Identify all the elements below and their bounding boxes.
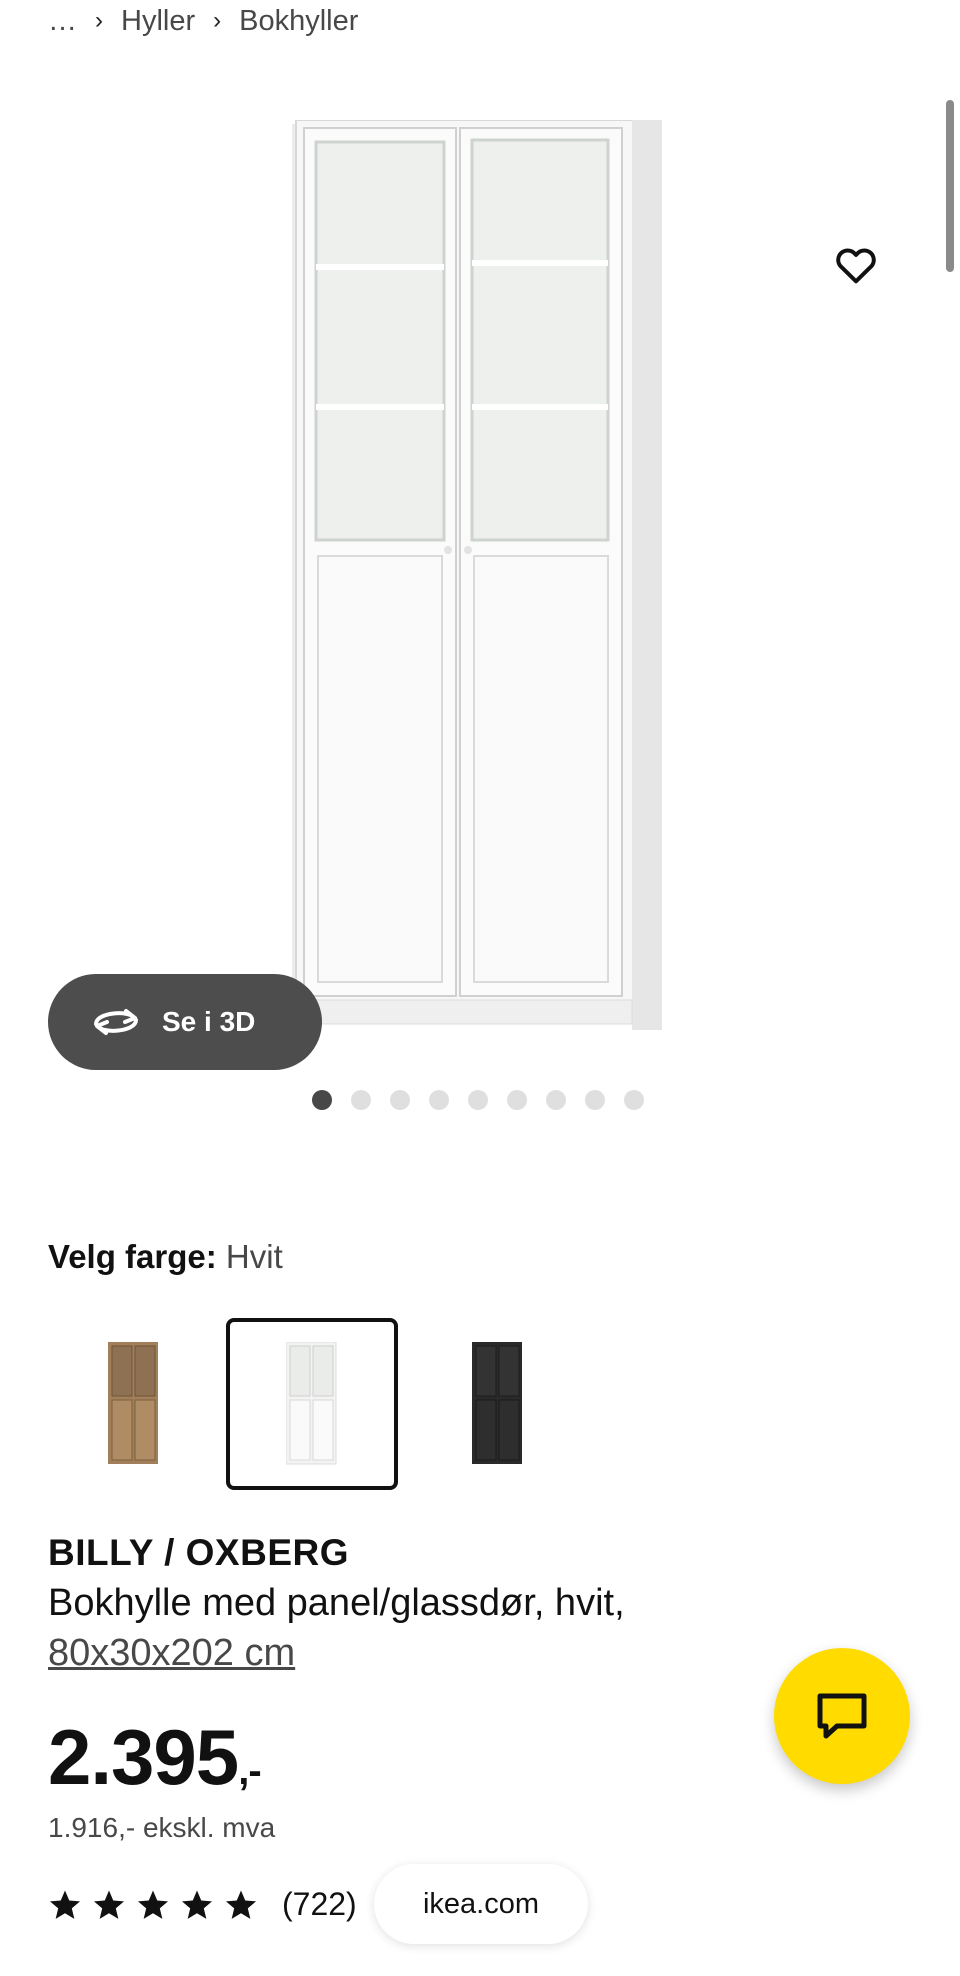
gallery-dot[interactable] — [312, 1090, 332, 1110]
star-icon — [137, 1890, 169, 1919]
product-gallery[interactable]: Se i 3D — [0, 60, 960, 1070]
view-3d-label: Se i 3D — [162, 1006, 256, 1037]
swatch-white-image — [286, 1342, 337, 1465]
breadcrumb-item-hyller[interactable]: Hyller — [121, 5, 195, 38]
favorite-button[interactable] — [822, 230, 890, 298]
gallery-dot[interactable] — [624, 1090, 644, 1110]
chevron-right-icon: › — [213, 7, 222, 34]
rotate-icon — [94, 1009, 138, 1035]
gallery-dot[interactable] — [468, 1090, 488, 1110]
product-description-text: Bokhylle med panel/glassdør, hvit, — [48, 1582, 625, 1624]
rating-stars — [48, 1888, 258, 1922]
color-label-title: Velg farge: — [48, 1238, 217, 1275]
browser-url-bar[interactable]: ikea.com — [374, 1864, 588, 1944]
price-ex-vat: 1.916,- ekskl. mva — [48, 1812, 276, 1843]
color-label: Velg farge: Hvit — [48, 1238, 283, 1276]
gallery-dot[interactable] — [390, 1090, 410, 1110]
swatch-black[interactable] — [412, 1318, 584, 1490]
breadcrumb-ellipsis[interactable]: … — [48, 5, 77, 38]
breadcrumb: … › Hyller › Bokhyller — [48, 0, 358, 42]
view-3d-button[interactable]: Se i 3D — [48, 974, 322, 1070]
star-icon — [181, 1890, 213, 1919]
gallery-dot[interactable] — [585, 1090, 605, 1110]
product-image — [292, 120, 662, 1030]
url-text: ikea.com — [422, 1887, 540, 1920]
product-price: 2.395,- — [48, 1712, 262, 1803]
product-rating[interactable]: (722) — [48, 1886, 357, 1923]
chat-bubble-icon — [817, 1693, 867, 1739]
product-dimensions-link[interactable]: 80x30x202 cm — [48, 1628, 808, 1678]
star-icon — [49, 1890, 81, 1919]
price-main: 2.395 — [48, 1713, 239, 1801]
gallery-dot[interactable] — [546, 1090, 566, 1110]
color-selected-value: Hvit — [225, 1238, 283, 1275]
rating-count: (722) — [282, 1886, 357, 1922]
swatch-oak[interactable] — [48, 1318, 220, 1490]
swatch-white[interactable] — [226, 1318, 398, 1490]
gallery-dot[interactable] — [351, 1090, 371, 1110]
gallery-dot[interactable] — [429, 1090, 449, 1110]
heart-icon — [836, 248, 876, 284]
breadcrumb-item-bokhyller[interactable]: Bokhyller — [239, 5, 358, 38]
product-description: Bokhylle med panel/glassdør, hvit, 80x30… — [48, 1578, 808, 1678]
star-icon — [225, 1890, 257, 1919]
price-suffix: ,- — [238, 1749, 261, 1793]
gallery-dot[interactable] — [507, 1090, 527, 1110]
gallery-pagination — [312, 1090, 644, 1110]
product-name: BILLY / OXBERG — [48, 1532, 350, 1573]
swatch-oak-image — [108, 1342, 158, 1464]
chat-button[interactable] — [774, 1648, 910, 1784]
star-icon — [93, 1890, 125, 1919]
chevron-right-icon: › — [95, 7, 103, 34]
swatch-black-image — [472, 1342, 522, 1464]
